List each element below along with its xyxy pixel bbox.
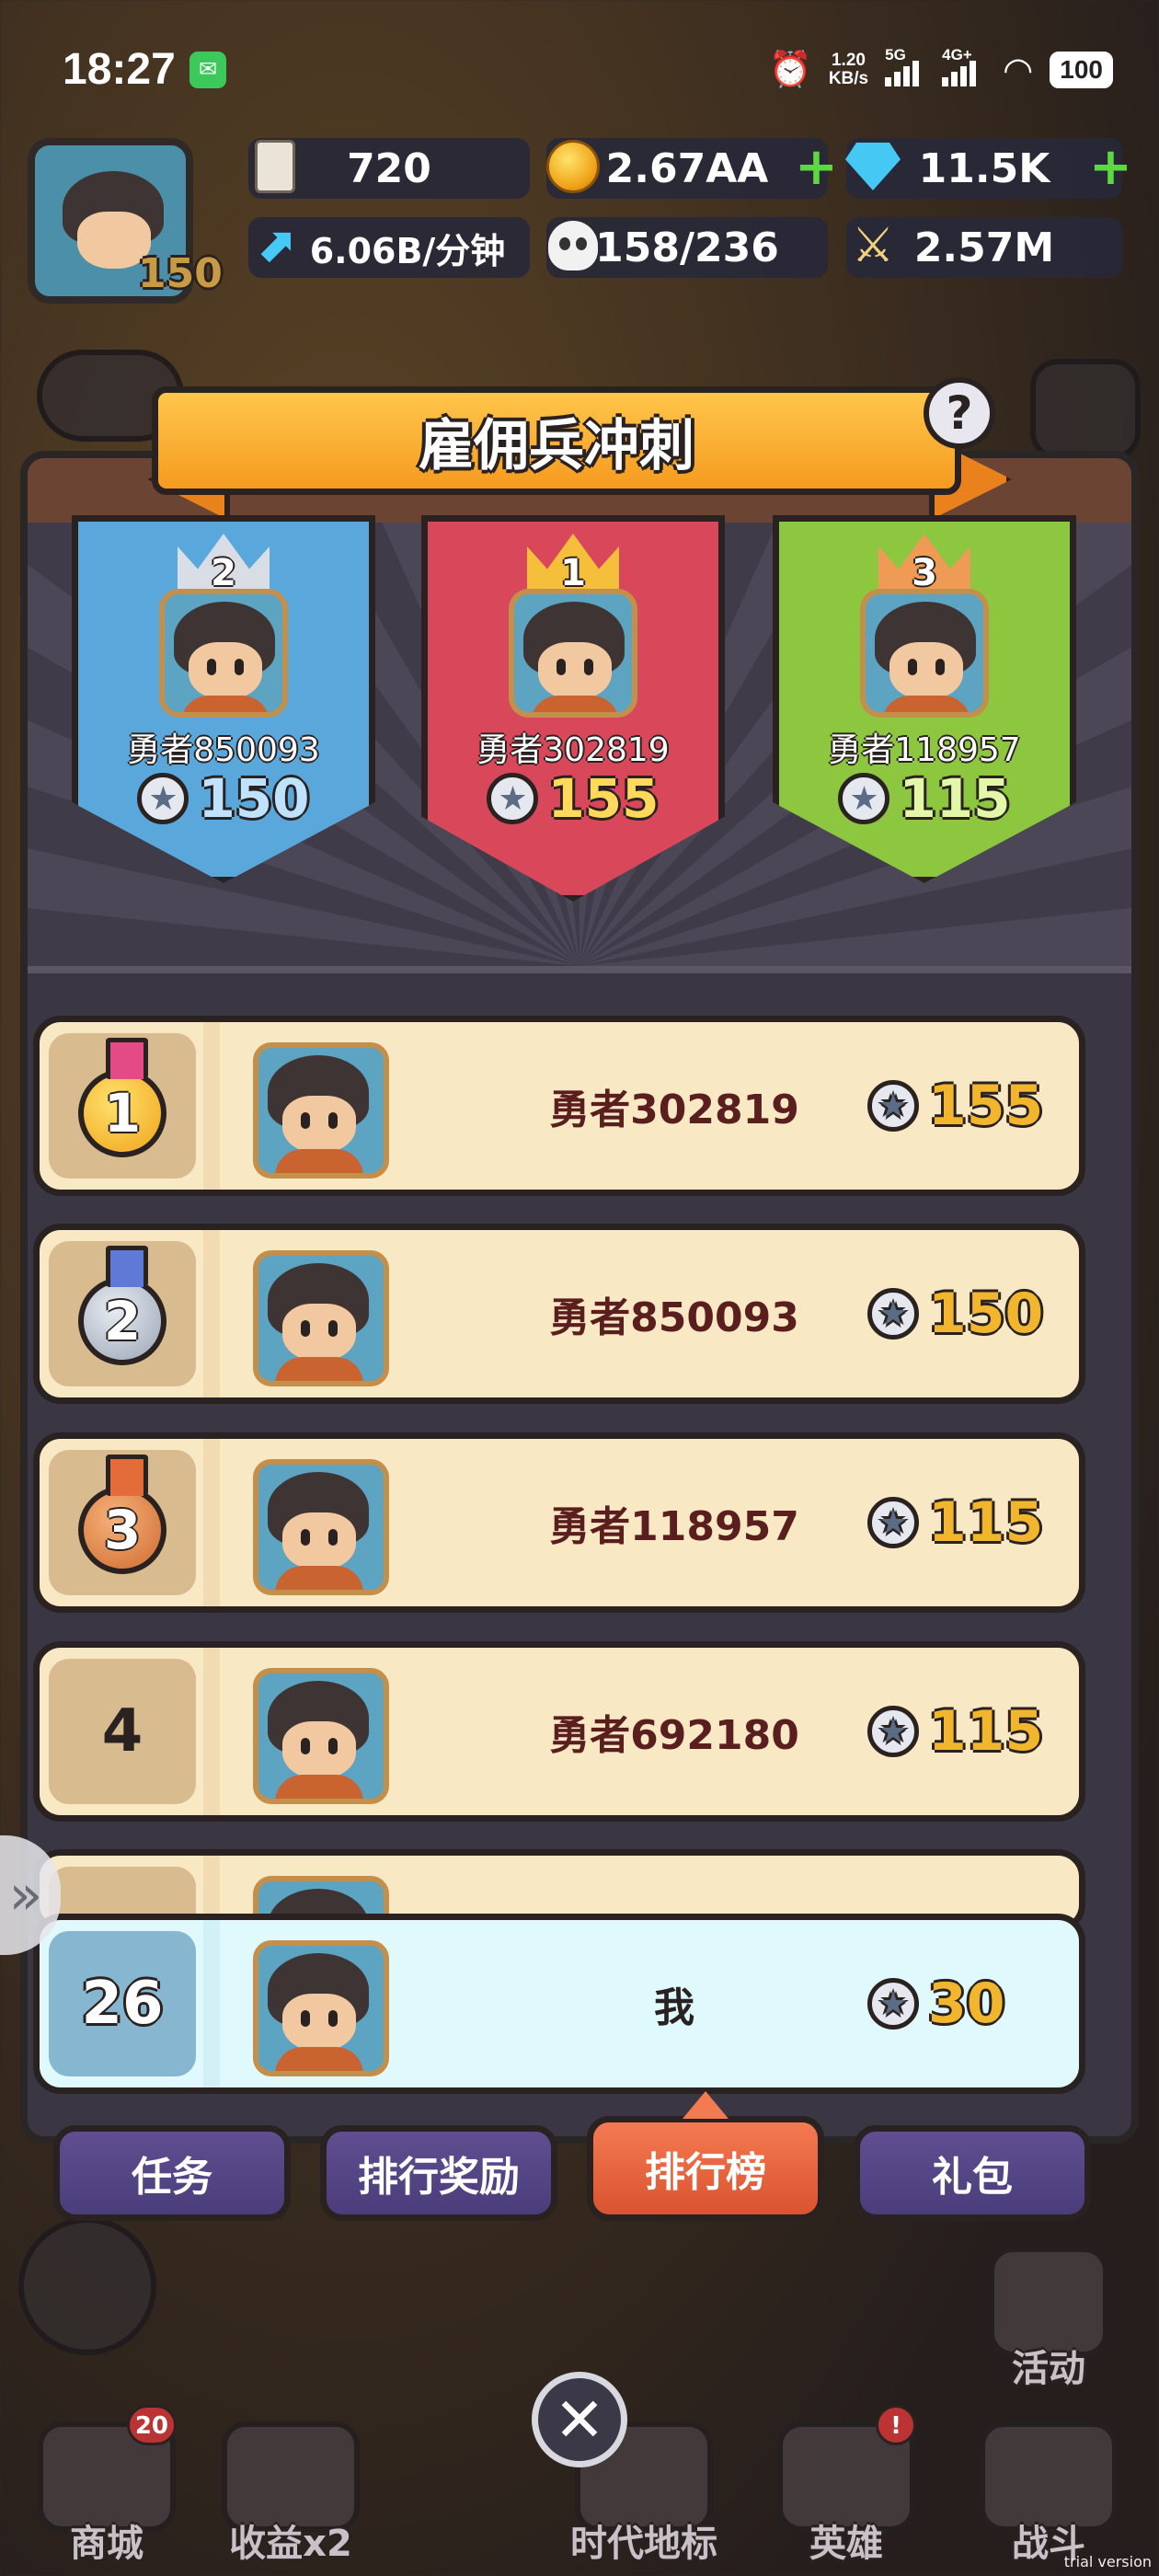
crossed-swords-icon: ⚔ [851, 218, 895, 273]
podium-second[interactable]: 2 勇者850093 ★ 150 [72, 515, 375, 883]
podium-name: 勇者302819 [476, 731, 670, 769]
my-score: ★ 30 [867, 1920, 1005, 2087]
clock: 18:27 [63, 45, 176, 94]
my-name: 我 [654, 1984, 694, 2031]
star-coin-icon: ★ [867, 1497, 919, 1548]
avatar [253, 1459, 389, 1595]
nav-shop: 20 商城 [24, 2383, 189, 2567]
avatar [253, 1250, 389, 1386]
star-coin-icon: ★ [137, 773, 189, 824]
pillar-resource: 720 [248, 138, 530, 199]
star-coin-icon: ★ [867, 1080, 919, 1132]
podium-first[interactable]: 1 勇者302819 ★ 155 [421, 515, 725, 902]
avatar [253, 1668, 389, 1804]
rank-cell: 3 [49, 1450, 196, 1595]
rank-cell: 2 [49, 1241, 196, 1386]
event-tabs: 任务 排行奖励 排行榜 礼包 [53, 2116, 1106, 2226]
player-score: ★ 115 [867, 1648, 1043, 1815]
shop-badge: 20 [126, 2405, 177, 2445]
watermark: trial version [1063, 2553, 1152, 2570]
star-coin-icon: ★ [867, 1288, 919, 1340]
signal-4g-icon: 4G+ [942, 46, 986, 86]
tab-gift-pack[interactable]: 礼包 [854, 2125, 1091, 2221]
rank-number: 4 [101, 1697, 143, 1765]
player-name: 勇者850093 [549, 1294, 799, 1341]
gem-icon [845, 143, 901, 190]
battery-indicator: 100 [1050, 52, 1113, 88]
bronze-medal-icon: 3 [78, 1455, 166, 1574]
avatar [253, 1042, 389, 1179]
add-coins-button[interactable]: + [795, 142, 838, 193]
podium-name: 勇者850093 [127, 731, 320, 769]
nav-hero: ! 英雄 [763, 2383, 929, 2567]
gold-medal-icon: 1 [78, 1038, 166, 1157]
player-score: ★ 150 [867, 1230, 1043, 1397]
my-avatar [253, 1940, 389, 2076]
population: 158/236 [546, 217, 828, 278]
coin-resource: 2.67AA + [546, 138, 838, 199]
wifi-icon: ◠ [1003, 51, 1034, 90]
double-chevron-right-icon: » [8, 1863, 43, 1927]
podium-score: ★ 155 [421, 767, 725, 830]
leaderboard-row[interactable]: 2 勇者850093 ★ 150 [33, 1224, 1085, 1404]
podium-third[interactable]: 3 勇者118957 ★ 115 [773, 515, 1076, 883]
star-coin-icon: ★ [867, 1978, 919, 2030]
network-speed: 1.20 KB/s [828, 51, 869, 88]
status-bar: 18:27 ✉ ⏰ 1.20 KB/s 5G 4G+ ◠ 100 [0, 0, 1159, 138]
rank-cell: 26 [49, 1931, 196, 2076]
player-name: 勇者692180 [549, 1712, 799, 1759]
player-name: 勇者302819 [549, 1087, 799, 1133]
alarm-icon: ⏰ [768, 51, 812, 89]
tab-rank-rewards[interactable]: 排行奖励 [320, 2125, 557, 2221]
wechat-icon: ✉ [189, 52, 226, 88]
star-coin-icon: ★ [838, 773, 890, 824]
pillar-icon [255, 140, 295, 193]
add-gems-button[interactable]: + [1089, 142, 1132, 193]
my-rank-number: 26 [81, 1970, 164, 2038]
event-title-banner: 雇佣兵冲刺 [152, 386, 961, 495]
leaderboard-row[interactable]: 3 勇者118957 ★ 115 [33, 1432, 1085, 1613]
nav-income-boost: 收益x2 [208, 2383, 373, 2567]
rank-cell: 1 [49, 1033, 196, 1179]
event-title: 雇佣兵冲刺 [419, 413, 694, 478]
income-rate: ⬈ 6.06B/分钟 [248, 217, 530, 278]
hero-badge: ! [876, 2405, 916, 2445]
help-button[interactable]: ? [924, 377, 995, 449]
podium-score: ★ 150 [72, 767, 375, 830]
avatar [860, 589, 989, 718]
income-arrow-icon: ⬈ [255, 218, 295, 273]
silver-medal-icon: 2 [78, 1246, 166, 1365]
power: ⚔ 2.57M [846, 217, 1122, 278]
player-level: 150 [138, 250, 223, 297]
podium-name: 勇者118957 [828, 731, 1021, 769]
my-rank-row[interactable]: 26 我 ★ 30 [33, 1914, 1085, 2094]
avatar [159, 589, 288, 718]
coin-icon [546, 140, 600, 193]
tab-tasks[interactable]: 任务 [53, 2125, 291, 2221]
player-score: ★ 115 [867, 1439, 1043, 1606]
population-icon [548, 221, 598, 270]
leaderboard-row[interactable]: 1 勇者302819 ★ 155 [33, 1016, 1085, 1196]
star-coin-icon: ★ [487, 773, 539, 824]
signal-5g-icon: 5G [885, 46, 925, 86]
star-coin-icon: ★ [867, 1706, 919, 1757]
player-name: 勇者118957 [549, 1503, 799, 1550]
rank-cell: 4 [49, 1659, 196, 1804]
nav-activity: 活动 [966, 2208, 1131, 2392]
close-icon: ✕ [554, 2384, 605, 2455]
podium-score: ★ 115 [773, 767, 1076, 830]
leaderboard-row[interactable]: 4 勇者692180 ★ 115 [33, 1641, 1085, 1822]
gem-resource: 11.5K + [845, 138, 1132, 199]
avatar [509, 589, 637, 718]
tab-leaderboard[interactable]: 排行榜 [587, 2116, 824, 2221]
close-button[interactable]: ✕ [532, 2372, 627, 2467]
player-score: ★ 155 [867, 1022, 1043, 1190]
nav-battle: 战斗 [966, 2383, 1131, 2567]
